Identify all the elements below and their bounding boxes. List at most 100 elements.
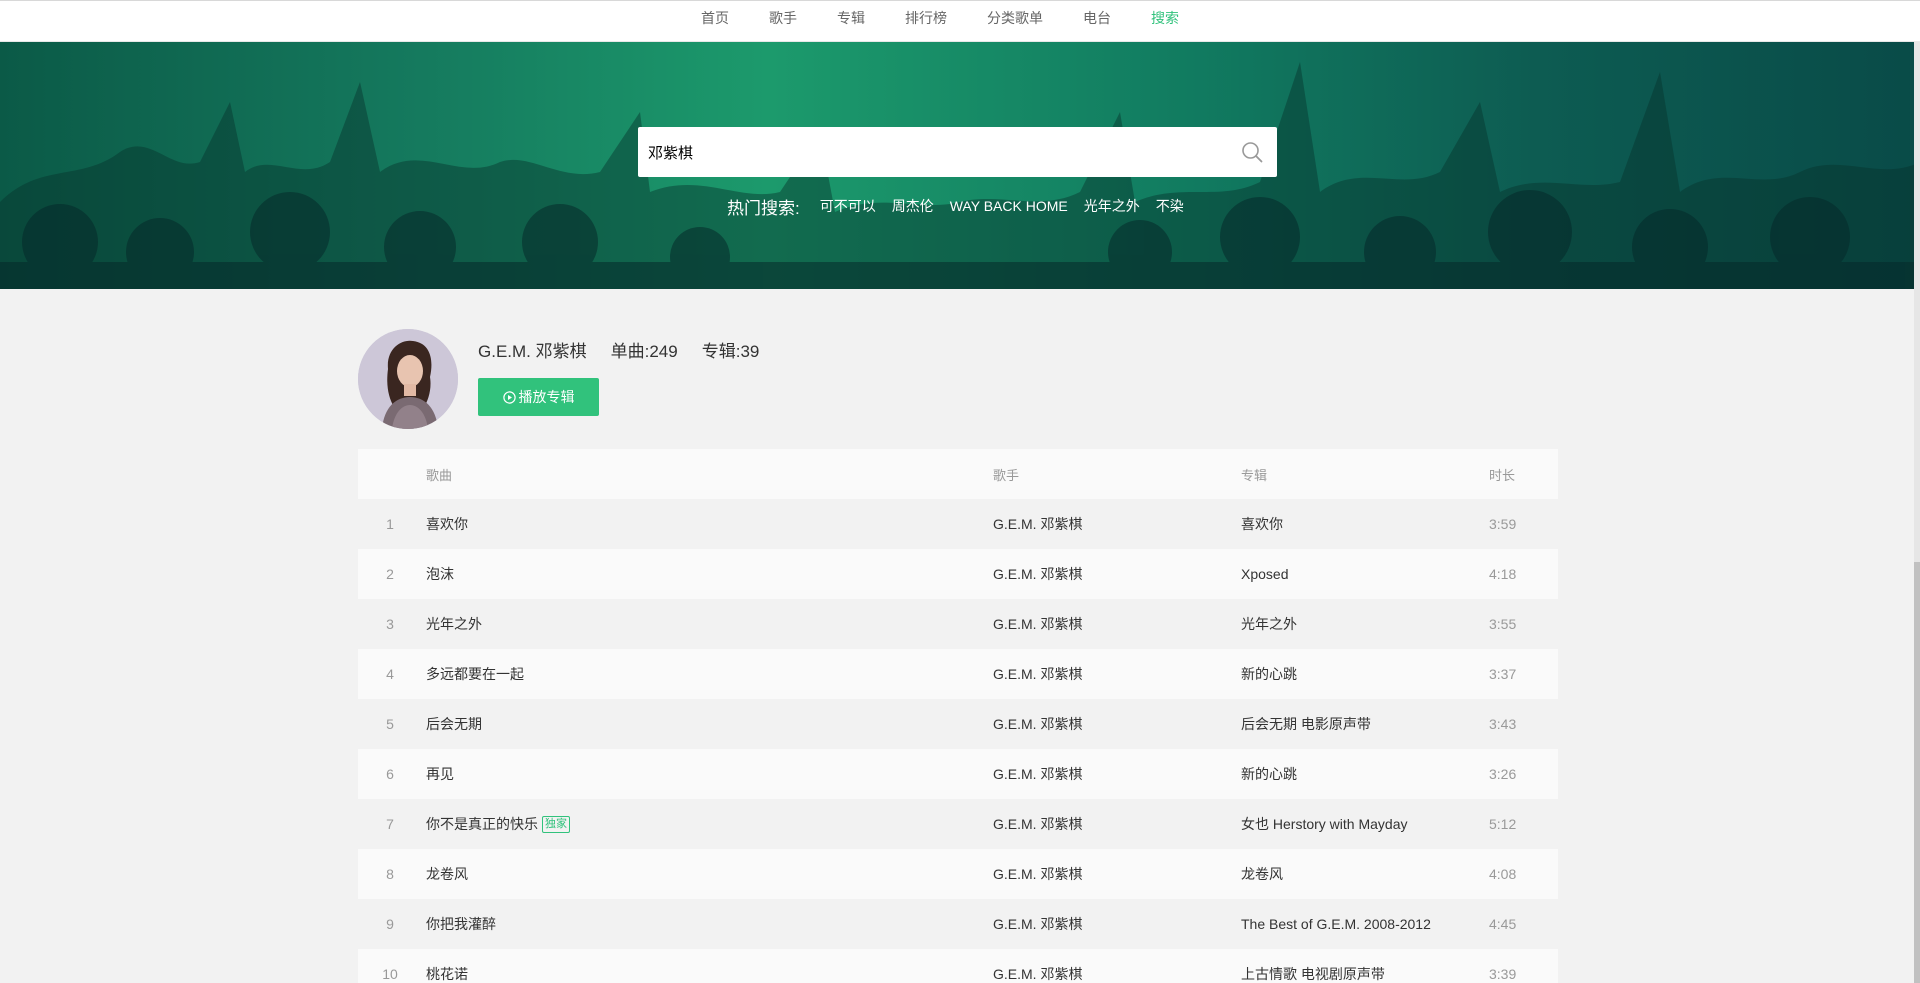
nav-item[interactable]: 电台	[1063, 8, 1131, 28]
table-row[interactable]: 2 泡沫 G.E.M. 邓紫棋 Xposed 4:18	[358, 549, 1558, 599]
singer-cell[interactable]: G.E.M. 邓紫棋	[993, 564, 1241, 584]
row-index: 4	[386, 666, 394, 682]
play-album-label: 播放专辑	[518, 389, 575, 405]
album-cell[interactable]: Xposed	[1241, 566, 1489, 582]
song-cell: 桃花诺	[426, 964, 993, 983]
singer-header: 歌手	[993, 467, 1020, 483]
song-title[interactable]: 泡沫	[426, 564, 454, 584]
row-index: 5	[386, 716, 394, 732]
song-cell: 你不是真正的快乐 独家	[426, 814, 993, 834]
duration-cell: 3:43	[1489, 716, 1517, 732]
search-banner: 热门搜索: 可不可以 周杰伦 WAY BACK HOME 光年之外 不染	[0, 42, 1920, 289]
nav-item[interactable]: 排行榜	[885, 8, 967, 28]
album-cell[interactable]: 女也 Herstory with Mayday	[1241, 814, 1489, 834]
duration-cell: 3:26	[1489, 766, 1517, 782]
song-title[interactable]: 再见	[426, 764, 454, 784]
search-icon[interactable]	[1227, 127, 1277, 177]
song-title[interactable]: 喜欢你	[426, 514, 468, 534]
scrollbar-thumb[interactable]	[1914, 562, 1920, 983]
table-row[interactable]: 6 再见 G.E.M. 邓紫棋 新的心跳 3:26	[358, 749, 1558, 799]
song-title[interactable]: 光年之外	[426, 614, 482, 634]
song-cell: 泡沫	[426, 564, 993, 584]
song-cell: 多远都要在一起	[426, 664, 993, 684]
duration-header: 时长	[1489, 467, 1516, 483]
album-cell[interactable]: 新的心跳	[1241, 664, 1489, 684]
table-row[interactable]: 8 龙卷风 G.E.M. 邓紫棋 龙卷风 4:08	[358, 849, 1558, 899]
table-row[interactable]: 4 多远都要在一起 G.E.M. 邓紫棋 新的心跳 3:37	[358, 649, 1558, 699]
table-row[interactable]: 1 喜欢你 G.E.M. 邓紫棋 喜欢你 3:59	[358, 499, 1558, 549]
song-cell: 你把我灌醉	[426, 914, 993, 934]
song-cell: 喜欢你	[426, 514, 993, 534]
table-header: 歌曲 歌手 专辑 时长	[358, 449, 1558, 499]
duration-cell: 3:55	[1489, 616, 1517, 632]
row-index: 9	[386, 916, 394, 932]
singer-cell[interactable]: G.E.M. 邓紫棋	[993, 514, 1241, 534]
search-box	[638, 127, 1277, 177]
singer-cell[interactable]: G.E.M. 邓紫棋	[993, 664, 1241, 684]
song-cell: 再见	[426, 764, 993, 784]
album-cell[interactable]: 喜欢你	[1241, 514, 1489, 534]
song-header: 歌曲	[426, 467, 453, 483]
song-cell: 龙卷风	[426, 864, 993, 884]
song-title[interactable]: 你把我灌醉	[426, 914, 496, 934]
duration-cell: 4:45	[1489, 916, 1517, 932]
hot-search-item[interactable]: 周杰伦	[892, 196, 934, 216]
table-row[interactable]: 3 光年之外 G.E.M. 邓紫棋 光年之外 3:55	[358, 599, 1558, 649]
nav-item[interactable]: 分类歌单	[967, 8, 1063, 28]
hot-search-item[interactable]: WAY BACK HOME	[950, 198, 1068, 214]
row-index: 7	[386, 816, 394, 832]
hot-search-item[interactable]: 不染	[1156, 196, 1184, 216]
duration-cell: 3:39	[1489, 966, 1517, 982]
album-cell[interactable]: The Best of G.E.M. 2008-2012	[1241, 916, 1489, 932]
artist-avatar[interactable]	[358, 329, 458, 429]
album-cell[interactable]: 上古情歌 电视剧原声带	[1241, 964, 1489, 983]
top-nav: 首页 歌手 专辑 排行榜 分类歌单 电台 搜索	[0, 0, 1920, 42]
nav-item[interactable]: 搜索	[1131, 8, 1199, 28]
album-cell[interactable]: 光年之外	[1241, 614, 1489, 634]
artist-name[interactable]: G.E.M. 邓紫棋	[478, 337, 587, 362]
play-album-button[interactable]: 播放专辑	[478, 378, 599, 416]
singer-cell[interactable]: G.E.M. 邓紫棋	[993, 914, 1241, 934]
exclusive-badge: 独家	[542, 815, 570, 833]
duration-cell: 3:59	[1489, 516, 1517, 532]
nav-item[interactable]: 歌手	[749, 8, 817, 28]
hot-search-item[interactable]: 光年之外	[1084, 196, 1140, 216]
song-title[interactable]: 后会无期	[426, 714, 482, 734]
song-title[interactable]: 你不是真正的快乐	[426, 814, 538, 834]
singer-cell[interactable]: G.E.M. 邓紫棋	[993, 714, 1241, 734]
duration-cell: 3:37	[1489, 666, 1517, 682]
nav-menu: 首页 歌手 专辑 排行榜 分类歌单 电台 搜索	[681, 1, 1199, 35]
song-title[interactable]: 多远都要在一起	[426, 664, 524, 684]
song-title[interactable]: 桃花诺	[426, 964, 468, 983]
singer-cell[interactable]: G.E.M. 邓紫棋	[993, 864, 1241, 884]
table-row[interactable]: 7 你不是真正的快乐 独家 G.E.M. 邓紫棋 女也 Herstory with Ma…	[358, 799, 1558, 849]
table-row[interactable]: 9 你把我灌醉 G.E.M. 邓紫棋 The Best of G.E.M. 2008-…	[358, 899, 1558, 949]
duration-cell: 4:08	[1489, 866, 1517, 882]
nav-item[interactable]: 首页	[681, 8, 749, 28]
table-row[interactable]: 10 桃花诺 G.E.M. 邓紫棋 上古情歌 电视剧原声带 3:39	[358, 949, 1558, 983]
album-header: 专辑	[1241, 467, 1268, 483]
table-body: 1 喜欢你 G.E.M. 邓紫棋 喜欢你 3:59 2 泡沫 G.E.M. 邓紫棋 Xposed…	[358, 499, 1558, 983]
artist-card: G.E.M. 邓紫棋 单曲:249 专辑:39 播放专辑	[358, 329, 1058, 429]
table-row[interactable]: 5 后会无期 G.E.M. 邓紫棋 后会无期 电影原声带 3:43	[358, 699, 1558, 749]
row-index: 6	[386, 766, 394, 782]
album-cell[interactable]: 龙卷风	[1241, 864, 1489, 884]
hot-searches: 热门搜索: 可不可以 周杰伦 WAY BACK HOME 光年之外 不染	[727, 194, 1200, 218]
page-scrollbar[interactable]	[1914, 42, 1920, 983]
search-input[interactable]	[638, 127, 1227, 177]
nav-item[interactable]: 专辑	[817, 8, 885, 28]
hot-search-item[interactable]: 可不可以	[820, 196, 876, 216]
albums-count: 专辑:39	[701, 342, 760, 361]
singles-count: 单曲:249	[610, 342, 678, 361]
song-table: 歌曲 歌手 专辑 时长 1 喜欢你 G.E.M. 邓紫棋 喜欢你 3:59 2 泡沫 G.E.…	[358, 449, 1558, 983]
singer-cell[interactable]: G.E.M. 邓紫棋	[993, 964, 1241, 983]
singer-cell[interactable]: G.E.M. 邓紫棋	[993, 614, 1241, 634]
album-cell[interactable]: 后会无期 电影原声带	[1241, 714, 1489, 734]
song-cell: 后会无期	[426, 714, 993, 734]
hot-search-label: 热门搜索:	[727, 198, 800, 218]
row-index: 2	[386, 566, 394, 582]
singer-cell[interactable]: G.E.M. 邓紫棋	[993, 814, 1241, 834]
album-cell[interactable]: 新的心跳	[1241, 764, 1489, 784]
singer-cell[interactable]: G.E.M. 邓紫棋	[993, 764, 1241, 784]
song-title[interactable]: 龙卷风	[426, 864, 468, 884]
